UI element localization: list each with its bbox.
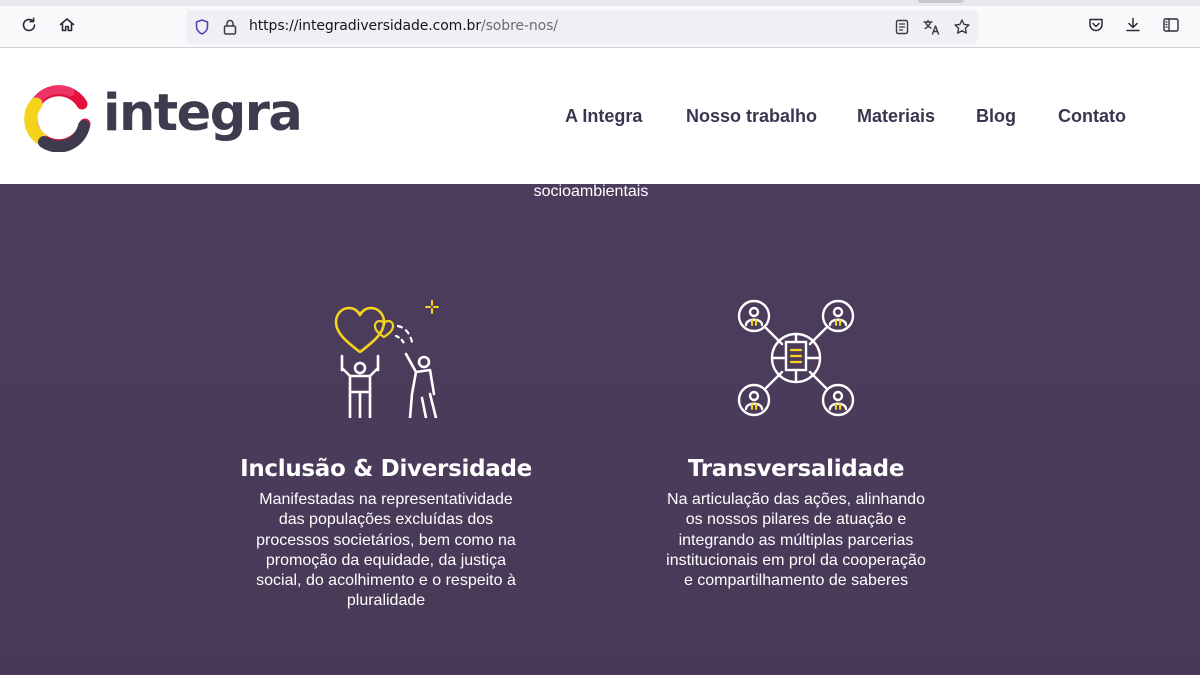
translate-icon[interactable] (922, 17, 942, 37)
sidebar-button[interactable] (1159, 13, 1183, 37)
nav-link-a-integra[interactable]: A Integra (565, 106, 642, 127)
home-button[interactable] (55, 13, 79, 37)
home-icon (59, 18, 75, 32)
sidebar-icon (1163, 18, 1179, 32)
url-path: /sobre-nos/ (481, 18, 558, 34)
nav-link-nosso-trabalho[interactable]: Nosso trabalho (686, 106, 817, 127)
nav-link-materiais[interactable]: Materiais (857, 106, 935, 127)
previous-text-tail: socioambientais (533, 183, 649, 200)
pillar-title: Transversalidade (687, 456, 905, 482)
lock-icon[interactable] (220, 17, 240, 37)
tab-strip (0, 0, 1200, 6)
tracking-protection-icon[interactable] (192, 17, 212, 37)
nav-link-blog[interactable]: Blog (976, 106, 1016, 127)
pillar-inclusao-diversidade: Inclusão & Diversidade Manifestadas na r… (216, 298, 556, 612)
main-navigation: A Integra Nosso trabalho Materiais Blog … (0, 106, 1200, 130)
site-header: integra A Integra Nosso trabalho Materia… (0, 48, 1200, 184)
reload-button[interactable] (17, 13, 41, 37)
url-text[interactable]: https://integradiversidade.com.br/sobre-… (249, 18, 558, 34)
url-host: https://integradiversidade.com.br (249, 18, 481, 34)
network-people-icon (737, 299, 855, 417)
address-bar[interactable]: https://integradiversidade.com.br/sobre-… (186, 10, 978, 44)
reader-view-icon[interactable] (892, 17, 912, 37)
tab-indicator (918, 0, 964, 3)
download-icon (1126, 17, 1140, 32)
pillar-description: Manifestadas na representatividade das p… (256, 491, 516, 610)
pillar-transversalidade: Transversalidade Na articulação das açõe… (626, 298, 966, 591)
reload-icon (22, 17, 36, 32)
nav-link-contato[interactable]: Contato (1058, 106, 1126, 127)
downloads-button[interactable] (1121, 13, 1145, 37)
bookmark-star-icon[interactable] (952, 17, 972, 37)
heart-people-icon (334, 300, 439, 418)
pocket-button[interactable] (1084, 13, 1108, 37)
pillar-title: Inclusão & Diversidade (240, 456, 532, 482)
pocket-icon (1089, 18, 1103, 32)
pillar-description: Na articulação das ações, alinhando os n… (666, 491, 926, 590)
values-section: socioambientais Inclusão & Diversidade M… (0, 184, 1200, 675)
browser-toolbar: https://integradiversidade.com.br/sobre-… (0, 0, 1200, 48)
